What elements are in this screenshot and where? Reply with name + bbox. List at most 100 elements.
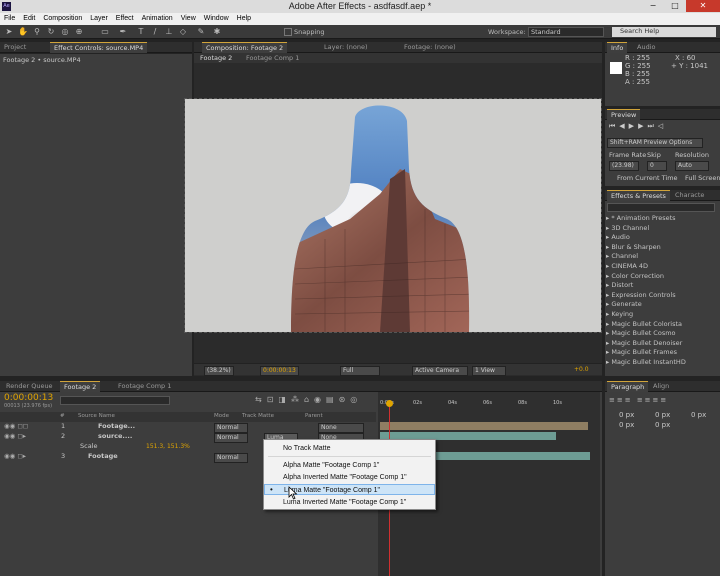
menu-composition[interactable]: Composition (39, 13, 86, 25)
tab-effects-presets[interactable]: Effects & Presets (607, 190, 670, 201)
tab-audio[interactable]: Audio (633, 42, 659, 53)
pan-behind-tool-icon[interactable]: ⊕ (74, 27, 84, 37)
effects-category-item[interactable]: ▸ Magic Bullet Frames (606, 348, 677, 358)
exposure-value[interactable]: +0.0 (574, 366, 589, 373)
ram-preview-options-select[interactable]: Shift+RAM Preview Options (607, 138, 703, 148)
tab-footage[interactable]: Footage: (none) (400, 42, 460, 53)
time-ruler[interactable]: 0:00s 02s 04s 06s 08s 10s (378, 394, 600, 410)
frame-rate-select[interactable]: (23.98) (609, 161, 639, 171)
comp-subtab-footage-2[interactable]: Footage 2 (196, 53, 236, 64)
resolution-preview-select[interactable]: Auto (675, 161, 709, 171)
from-current-time-checkbox[interactable]: From Current Time (617, 173, 678, 183)
snapping-checkbox[interactable] (284, 28, 292, 36)
camera-select[interactable]: Active Camera (412, 366, 468, 376)
hand-tool-icon[interactable]: ✋ (18, 27, 28, 37)
effects-category-item[interactable]: ▸ Generate (606, 300, 642, 310)
paragraph-align-buttons[interactable]: ≡≡≡ ≡≡≡≡ (609, 396, 668, 404)
tab-timeline-footage-comp-1[interactable]: Footage Comp 1 (114, 381, 175, 392)
tab-character[interactable]: Characte (671, 190, 708, 201)
current-time-indicator[interactable] (386, 400, 393, 407)
menu-item-no-track-matte[interactable]: No Track Matte (264, 443, 435, 454)
visibility-eye-icon[interactable]: ◉◉ ◻▸ (4, 432, 26, 442)
visibility-eye-icon[interactable]: ◉◉ ◻▸ (4, 452, 26, 462)
tab-composition[interactable]: Composition: Footage 2 (202, 42, 288, 53)
scale-value[interactable]: 151.3, 151.3% (146, 442, 190, 452)
menu-edit[interactable]: Edit (19, 13, 39, 25)
tab-info[interactable]: Info (607, 42, 628, 53)
effects-category-item[interactable]: ▸ Blur & Sharpen (606, 243, 661, 253)
menu-item-alpha-inverted-matte[interactable]: Alpha Inverted Matte "Footage Comp 1" (264, 472, 435, 483)
layer-mode-select[interactable]: Normal (214, 453, 248, 463)
zoom-tool-icon[interactable]: ⚲ (32, 27, 42, 37)
roto-brush-tool-icon[interactable]: ✎ (196, 27, 206, 37)
layer-row-1[interactable]: ◉◉ ◻◻ 1 Footage... Normal None (0, 422, 376, 433)
comp-subtab-footage-comp-1[interactable]: Footage Comp 1 (242, 53, 303, 64)
col-source-name[interactable]: Source Name (78, 412, 115, 422)
timeline-search-input[interactable] (60, 396, 170, 405)
effects-category-item[interactable]: ▸ Magic Bullet InstantHD (606, 358, 686, 368)
effects-category-item[interactable]: ▸ Magic Bullet Denoiser (606, 339, 682, 349)
menu-effect[interactable]: Effect (112, 13, 138, 25)
puppet-tool-icon[interactable]: ✱ (212, 27, 222, 37)
selection-tool-icon[interactable]: ➤ (4, 27, 14, 37)
layer-name[interactable]: Footage (88, 452, 118, 462)
menu-view[interactable]: View (177, 13, 200, 25)
menu-window[interactable]: Window (200, 13, 233, 25)
workspace-select[interactable]: Standard (528, 27, 604, 37)
viewer-timecode[interactable]: 0:00:00:13 (260, 366, 299, 376)
resolution-select[interactable]: Full (340, 366, 380, 376)
tab-align[interactable]: Align (649, 381, 673, 392)
tab-preview[interactable]: Preview (607, 109, 641, 120)
magnification-select[interactable]: (38.2%) (204, 366, 234, 376)
effects-search-input[interactable] (607, 203, 715, 212)
brush-tool-icon[interactable]: / (150, 27, 160, 37)
composition-viewer-image[interactable] (185, 99, 601, 332)
timeline-switch-icons[interactable]: ⇆⊡◨⁂⌂◉▤⊛◎ (255, 395, 362, 404)
menu-layer[interactable]: Layer (86, 13, 112, 25)
indent-right[interactable]: 0 px (655, 410, 670, 420)
tab-layer[interactable]: Layer: (none) (320, 42, 372, 53)
full-screen-checkbox[interactable]: Full Screen (685, 173, 720, 183)
tab-project[interactable]: Project (0, 42, 30, 53)
effects-category-item[interactable]: ▸ Magic Bullet Cosmo (606, 329, 676, 339)
visibility-eye-icon[interactable]: ◉◉ ◻◻ (4, 422, 28, 432)
layer-1-bar[interactable] (380, 422, 588, 430)
tab-paragraph[interactable]: Paragraph (607, 381, 649, 392)
rotate-tool-icon[interactable]: ↻ (46, 27, 56, 37)
menu-item-alpha-matte[interactable]: Alpha Matte "Footage Comp 1" (264, 460, 435, 471)
pen-tool-icon[interactable]: ✒ (118, 27, 128, 37)
space-after[interactable]: 0 px (655, 420, 670, 430)
layer-name[interactable]: Footage... (98, 422, 135, 432)
menu-file[interactable]: File (0, 13, 19, 25)
tab-render-queue[interactable]: Render Queue (2, 381, 57, 392)
maximize-button[interactable]: □ (664, 0, 686, 12)
effects-category-item[interactable]: ▸ Color Correction (606, 272, 664, 282)
effects-category-item[interactable]: ▸ * Animation Presets (606, 214, 676, 224)
minimize-button[interactable]: − (642, 0, 664, 12)
effects-category-item[interactable]: ▸ CINEMA 4D (606, 262, 648, 272)
close-button[interactable]: ✕ (686, 0, 720, 12)
effects-category-item[interactable]: ▸ Audio (606, 233, 630, 243)
search-help-input[interactable]: Search Help (612, 27, 716, 37)
type-tool-icon[interactable]: T (136, 27, 146, 37)
indent-first[interactable]: 0 px (691, 410, 706, 420)
layer-name[interactable]: source.... (98, 432, 132, 442)
playback-controls[interactable]: ⏮◀▶▶⏭◁ (609, 122, 667, 131)
indent-left[interactable]: 0 px (619, 410, 634, 420)
effects-category-item[interactable]: ▸ Channel (606, 252, 638, 262)
camera-tool-icon[interactable]: ◎ (60, 27, 70, 37)
space-before[interactable]: 0 px (619, 420, 634, 430)
eraser-tool-icon[interactable]: ◇ (178, 27, 188, 37)
rectangle-tool-icon[interactable]: ▭ (100, 27, 110, 37)
menu-animation[interactable]: Animation (138, 13, 177, 25)
effects-category-item[interactable]: ▸ Distort (606, 281, 633, 291)
effects-category-item[interactable]: ▸ Magic Bullet Colorista (606, 320, 682, 330)
tab-timeline-footage-2[interactable]: Footage 2 (60, 381, 101, 392)
clone-stamp-tool-icon[interactable]: ⊥ (164, 27, 174, 37)
effects-category-item[interactable]: ▸ Keying (606, 310, 633, 320)
tab-effect-controls[interactable]: Effect Controls: source.MP4 (50, 42, 148, 53)
menu-help[interactable]: Help (233, 13, 255, 25)
effects-category-item[interactable]: ▸ Expression Controls (606, 291, 676, 301)
effects-category-item[interactable]: ▸ 3D Channel (606, 224, 649, 234)
skip-select[interactable]: 0 (647, 161, 667, 171)
